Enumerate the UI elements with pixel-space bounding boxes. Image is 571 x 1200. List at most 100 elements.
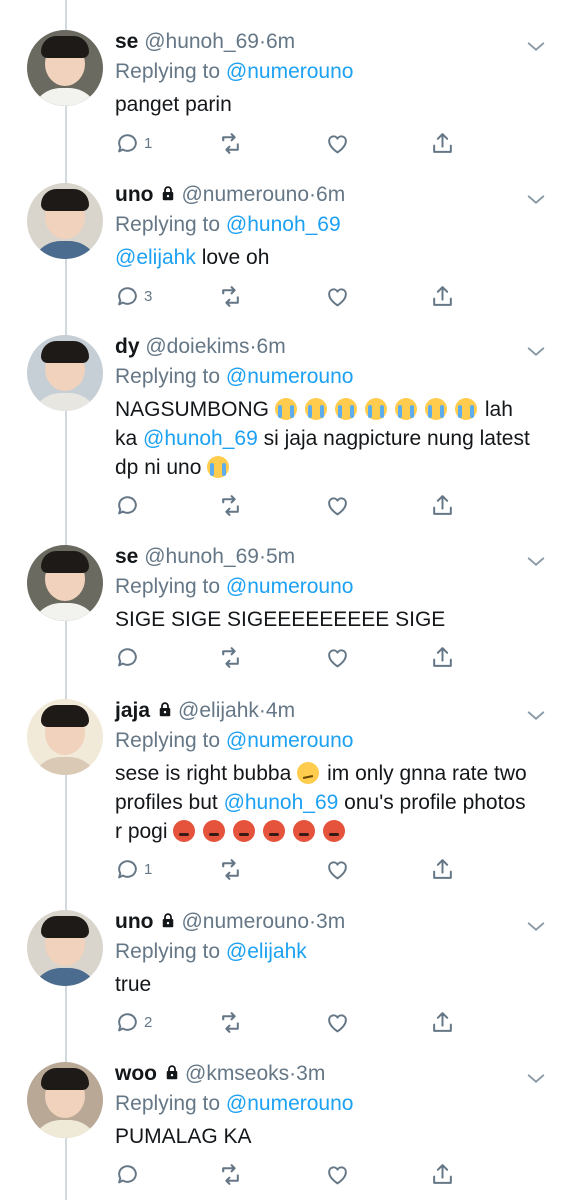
replying-to: Replying to @elijahk	[115, 938, 307, 966]
tweet: dy @doiekims·6m Replying to @numerouno NAG…	[0, 309, 571, 516]
share-button[interactable]	[430, 492, 455, 518]
confused-emoji-icon	[297, 762, 320, 784]
mention-link[interactable]: @elijahk	[115, 246, 196, 269]
user-handle[interactable]: @hunoh_69	[144, 30, 259, 53]
reply-count: 1	[144, 134, 153, 152]
user-handle[interactable]: @numerouno	[181, 910, 309, 933]
replying-to-mention[interactable]: @numerouno	[226, 729, 354, 752]
user-handle[interactable]: @elijahk	[178, 699, 259, 722]
replying-to-mention[interactable]: @numerouno	[226, 60, 354, 83]
like-icon	[328, 287, 347, 306]
share-button[interactable]	[430, 856, 455, 882]
display-name[interactable]: jaja	[115, 699, 150, 722]
like-button[interactable]	[325, 1161, 350, 1187]
share-button[interactable]	[430, 1161, 455, 1187]
like-button[interactable]	[325, 492, 350, 518]
replying-to-mention[interactable]: @numerouno	[226, 1092, 354, 1115]
reply-button[interactable]	[115, 492, 140, 518]
retweet-button[interactable]	[218, 130, 243, 156]
avatar[interactable]	[27, 910, 103, 986]
more-options-button[interactable]	[525, 341, 547, 368]
like-button[interactable]	[325, 130, 350, 156]
display-name[interactable]: woo	[115, 1062, 157, 1085]
more-options-button[interactable]	[525, 1068, 547, 1095]
cry-emoji-icon	[274, 398, 297, 420]
like-button[interactable]	[325, 856, 350, 882]
avatar-shoulders	[31, 757, 99, 775]
display-name[interactable]: se	[115, 30, 138, 53]
lock-icon	[163, 186, 174, 201]
action-bar: 1	[115, 130, 460, 156]
avatar[interactable]	[27, 545, 103, 621]
replying-to-mention[interactable]: @numerouno	[226, 575, 354, 598]
display-name[interactable]: uno	[115, 910, 153, 933]
replying-to: Replying to @hunoh_69	[115, 211, 341, 239]
mention-link[interactable]: @hunoh_69	[224, 791, 339, 814]
retweet-button[interactable]	[218, 1161, 243, 1187]
tweet-text: NAGSUMBONG lah ka @hunoh_69 si jaja nagp…	[115, 395, 535, 482]
reply-button[interactable]	[115, 1161, 140, 1187]
replying-to-label: Replying to	[115, 575, 221, 598]
retweet-button[interactable]	[218, 492, 243, 518]
user-handle[interactable]: @numerouno	[181, 183, 309, 206]
lock-icon	[163, 1062, 181, 1090]
reply-button[interactable]: 1	[115, 130, 152, 156]
timestamp[interactable]: 6m	[316, 183, 345, 206]
retweet-button[interactable]	[218, 1009, 243, 1035]
timestamp[interactable]: 3m	[316, 910, 345, 933]
tweet-text: PUMALAG KA	[115, 1122, 535, 1151]
share-button[interactable]	[430, 283, 455, 309]
more-options-button[interactable]	[525, 189, 547, 216]
like-button[interactable]	[325, 283, 350, 309]
user-handle[interactable]: @doiekims	[145, 335, 249, 358]
user-handle[interactable]: @hunoh_69	[144, 545, 259, 568]
display-name[interactable]: dy	[115, 335, 140, 358]
like-button[interactable]	[325, 644, 350, 670]
tweet-header: se @hunoh_69·5m	[115, 543, 295, 571]
more-options-button[interactable]	[525, 916, 547, 943]
avatar[interactable]	[27, 335, 103, 411]
share-button[interactable]	[430, 130, 455, 156]
like-button[interactable]	[325, 1009, 350, 1035]
timestamp[interactable]: 6m	[257, 335, 286, 358]
retweet-icon	[222, 132, 239, 154]
replying-to-mention[interactable]: @elijahk	[226, 940, 307, 963]
avatar-shoulders	[31, 968, 99, 986]
retweet-button[interactable]	[218, 283, 243, 309]
timestamp[interactable]: 3m	[296, 1062, 325, 1085]
avatar-hair	[41, 341, 89, 363]
retweet-button[interactable]	[218, 644, 243, 670]
speech-bubble-icon	[118, 133, 137, 152]
share-button[interactable]	[430, 644, 455, 670]
reply-button[interactable]: 2	[115, 1009, 152, 1035]
replying-to-mention[interactable]: @numerouno	[226, 365, 354, 388]
reply-count: 2	[144, 1013, 153, 1031]
mention-link[interactable]: @hunoh_69	[143, 427, 258, 450]
more-options-button[interactable]	[525, 36, 547, 63]
more-options-button[interactable]	[525, 705, 547, 732]
share-button[interactable]	[430, 1009, 455, 1035]
avatar[interactable]	[27, 30, 103, 106]
avatar-shoulders	[31, 603, 99, 621]
retweet-button[interactable]	[218, 856, 243, 882]
speech-bubble-icon	[118, 647, 137, 666]
lock-icon	[159, 910, 177, 938]
display-name[interactable]: se	[115, 545, 138, 568]
timestamp[interactable]: 4m	[266, 699, 295, 722]
replying-to-mention[interactable]: @hunoh_69	[226, 213, 341, 236]
like-icon	[328, 496, 347, 515]
avatar[interactable]	[27, 1062, 103, 1138]
display-name[interactable]: uno	[115, 183, 153, 206]
avatar[interactable]	[27, 183, 103, 259]
reply-button[interactable]: 3	[115, 283, 152, 309]
share-icon	[433, 1011, 452, 1032]
timestamp[interactable]: 6m	[266, 30, 295, 53]
action-bar: 2	[115, 1009, 460, 1035]
user-handle[interactable]: @kmseoks	[185, 1062, 289, 1085]
tweet: jaja @elijahk·4m Replying to @numerouno ses…	[0, 673, 571, 880]
more-options-button[interactable]	[525, 551, 547, 578]
reply-button[interactable]: 1	[115, 856, 152, 882]
avatar[interactable]	[27, 699, 103, 775]
timestamp[interactable]: 5m	[266, 545, 295, 568]
reply-button[interactable]	[115, 644, 140, 670]
